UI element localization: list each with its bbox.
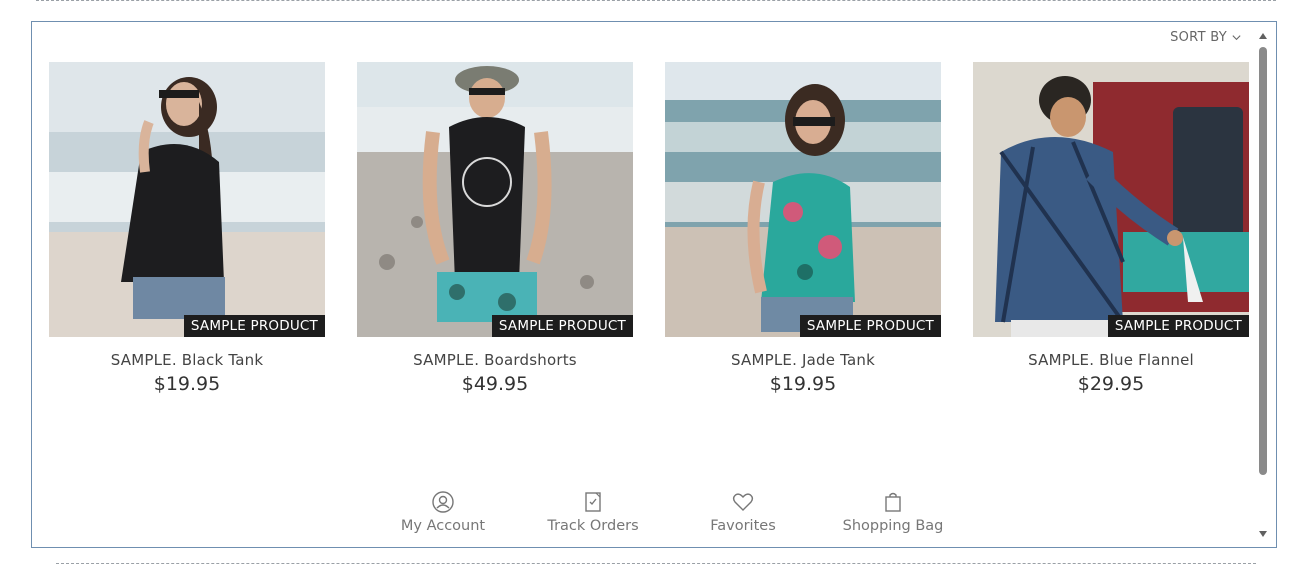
scroll-up-arrow-icon[interactable] [1259, 33, 1267, 39]
scroll-down-arrow-icon[interactable] [1259, 531, 1267, 537]
vertical-scrollbar[interactable] [1258, 31, 1268, 539]
product-card[interactable]: SAMPLE PRODUCT SAMPLE. Blue Flannel $29.… [973, 62, 1249, 395]
product-image-black-tank[interactable]: SAMPLE PRODUCT [49, 62, 325, 337]
sample-product-badge: SAMPLE PRODUCT [491, 315, 633, 337]
product-card[interactable]: SAMPLE PRODUCT SAMPLE. Boardshorts $49.9… [357, 62, 633, 395]
shopping-bag-icon [885, 492, 901, 512]
bottom-dashed-divider [56, 563, 1256, 564]
nav-label: Favorites [710, 518, 776, 534]
chevron-down-icon [1232, 35, 1241, 41]
product-price: $19.95 [153, 373, 221, 395]
nav-favorites[interactable]: Favorites [668, 490, 818, 534]
product-list-frame: SORT BY SAMPLE PRODUCT SAMPLE. Black Tan… [31, 21, 1277, 548]
nav-label: My Account [400, 518, 486, 534]
product-name[interactable]: SAMPLE. Jade Tank [665, 351, 941, 369]
product-name[interactable]: SAMPLE. Black Tank [49, 351, 325, 369]
product-price: $49.95 [461, 373, 529, 395]
product-image-blue-flannel[interactable]: SAMPLE PRODUCT [973, 62, 1249, 337]
nav-label: Shopping Bag [842, 518, 944, 534]
bottom-nav: My Account Track Orders Favorites Shoppi… [368, 490, 968, 534]
nav-my-account[interactable]: My Account [368, 490, 518, 534]
product-card[interactable]: SAMPLE PRODUCT SAMPLE. Black Tank $19.95 [49, 62, 325, 395]
product-card[interactable]: SAMPLE PRODUCT SAMPLE. Jade Tank $19.95 [665, 62, 941, 395]
sample-product-badge: SAMPLE PRODUCT [1107, 315, 1249, 337]
product-image-boardshorts[interactable]: SAMPLE PRODUCT [357, 62, 633, 337]
heart-icon [732, 493, 754, 511]
nav-label: Track Orders [547, 518, 639, 534]
nav-track-orders[interactable]: Track Orders [518, 490, 668, 534]
sort-by-label: SORT BY [1170, 30, 1227, 45]
top-dashed-divider [36, 0, 1276, 1]
scroll-thumb[interactable] [1259, 47, 1267, 475]
sample-product-badge: SAMPLE PRODUCT [183, 315, 325, 337]
product-grid: SAMPLE PRODUCT SAMPLE. Black Tank $19.95 [49, 62, 1249, 395]
product-price: $19.95 [769, 373, 837, 395]
product-price: $29.95 [1077, 373, 1145, 395]
sort-by-dropdown[interactable]: SORT BY [1170, 30, 1242, 45]
product-image-jade-tank[interactable]: SAMPLE PRODUCT [665, 62, 941, 337]
product-name[interactable]: SAMPLE. Boardshorts [357, 351, 633, 369]
track-orders-icon [585, 492, 601, 512]
account-icon [432, 491, 454, 513]
nav-shopping-bag[interactable]: Shopping Bag [818, 490, 968, 534]
sample-product-badge: SAMPLE PRODUCT [799, 315, 941, 337]
product-name[interactable]: SAMPLE. Blue Flannel [973, 351, 1249, 369]
